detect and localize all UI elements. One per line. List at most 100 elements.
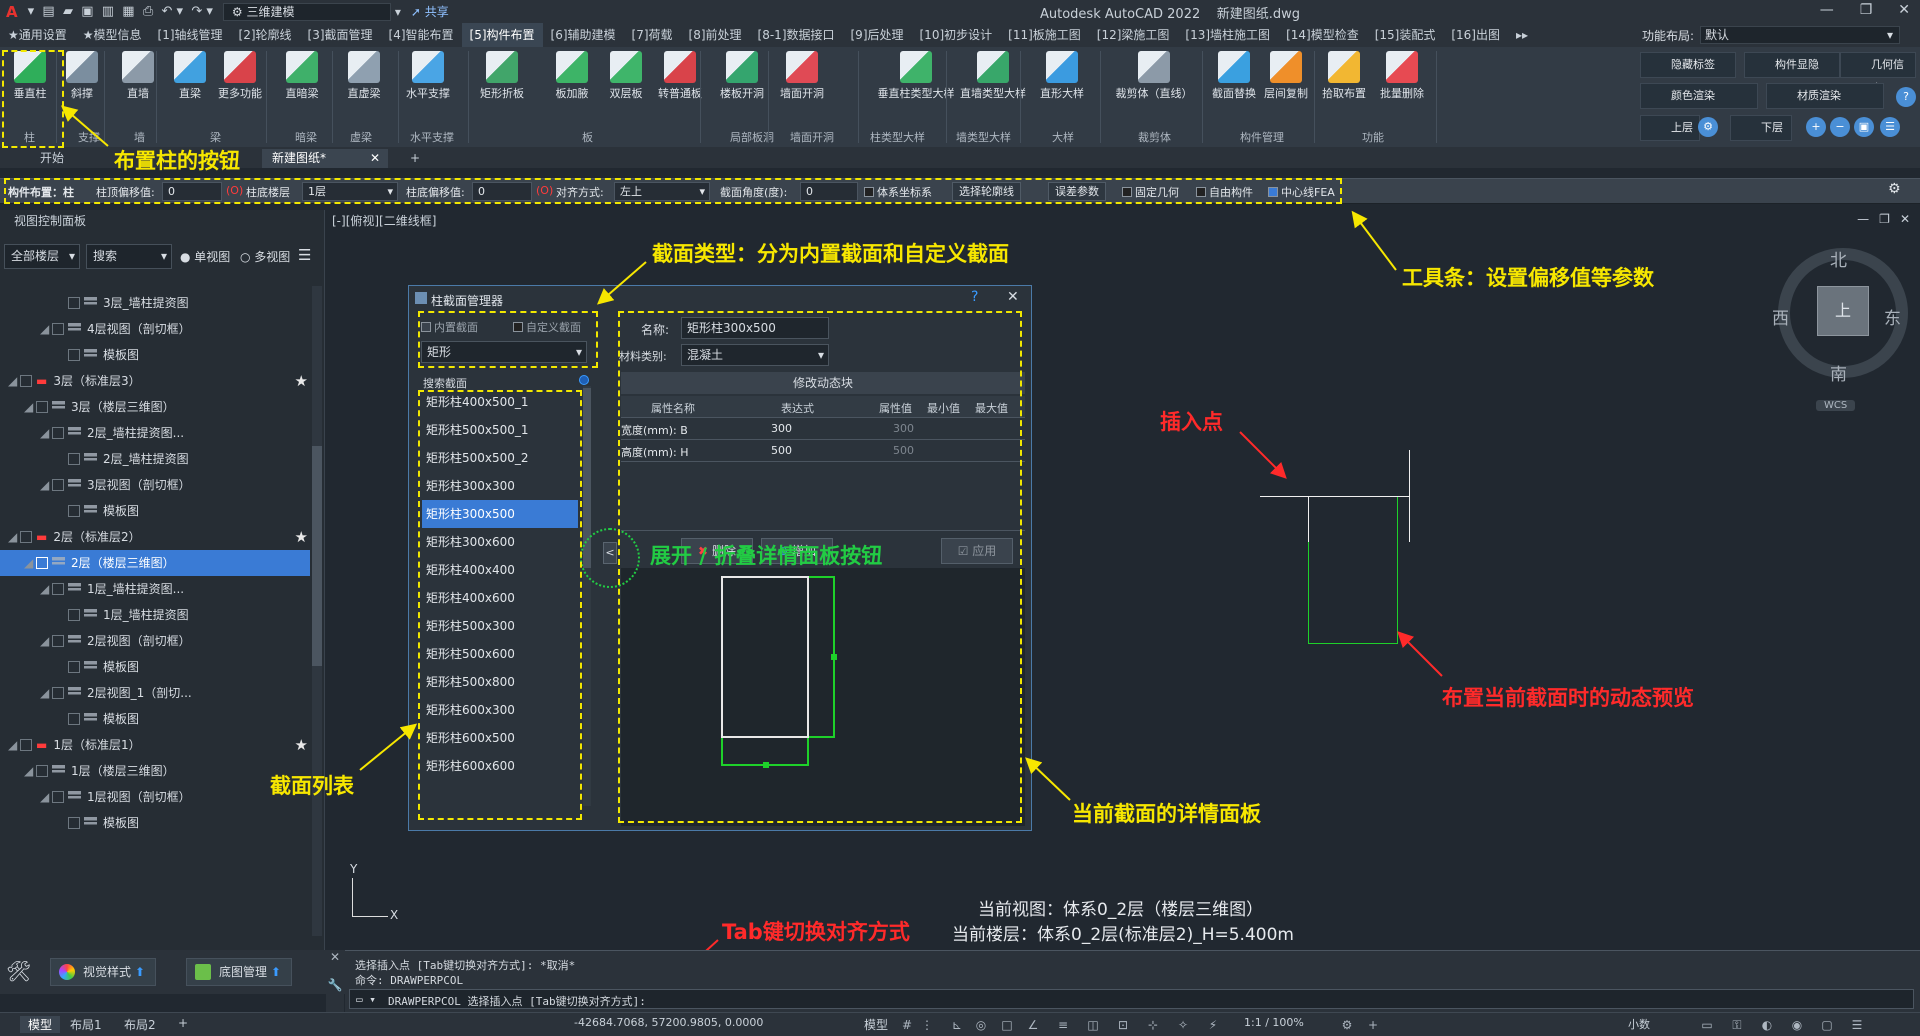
workspace-select[interactable]: ⚙ 三维建模 [222,2,391,21]
list-scrollbar[interactable] [583,386,591,806]
menu-item[interactable]: [4]智能布置 [381,23,462,47]
tree-item[interactable]: ◢ 1层视图（剖切框） [0,784,310,810]
app-logo[interactable]: A [6,3,18,21]
compass-west[interactable]: 西 [1772,304,1789,329]
minimize-button[interactable]: — [1820,2,1834,18]
wcs-label[interactable]: WCS [1816,400,1856,411]
compass-south[interactable]: 南 [1830,360,1847,385]
tree-item[interactable]: ◢ 1层（楼层三维图） [0,758,310,784]
zoom-window-icon[interactable]: ▣ [1854,117,1874,137]
gizmo-icon[interactable]: ⊹ [1146,1018,1160,1032]
modify-block-button[interactable]: 修改动态块 [621,372,1025,394]
plus-icon[interactable]: + [1366,1018,1380,1032]
ribbon-button[interactable]: 水平支撑 [402,47,454,101]
model-space-button[interactable]: 模型 [864,1016,888,1033]
viewcube-face[interactable]: 上 [1817,286,1869,336]
expand-icon[interactable]: ◢ [40,628,52,654]
clean-screen-icon[interactable]: ▢ [1820,1018,1834,1032]
gear-icon[interactable]: ⚙ [1698,117,1718,137]
close-button[interactable]: ✕ [1007,289,1019,305]
tree-checkbox[interactable] [52,427,64,439]
menu-item[interactable]: [13]墙柱施工图 [1177,23,1278,47]
properties-icon[interactable]: ☰ [1880,117,1900,137]
table-row[interactable]: 高度(mm): H 500 500 [621,440,1025,462]
section-list-item[interactable]: 矩形柱400x400 [422,556,578,584]
section-list-item[interactable]: 矩形柱600x300 [422,696,578,724]
pick-contour-button[interactable]: 选择轮廓线 [952,182,1021,201]
menu-item[interactable]: [5]构件布置 [461,23,543,47]
tree-checkbox[interactable] [20,739,32,751]
menu-item[interactable]: [15]装配式 [1367,23,1444,47]
fixed-geom-checkbox[interactable]: 固定几何 [1122,184,1179,200]
section-list-item[interactable]: 矩形柱300x300 [422,472,578,500]
expand-icon[interactable]: ◢ [40,420,52,446]
quick-access-toolbar[interactable]: ▾ ▤ ▰ ▣ ▥ ▦ ⎙ ↶ ▾ ↷ ▾ [28,4,213,19]
expand-icon[interactable]: ◢ [8,524,20,550]
tree-checkbox[interactable] [68,349,80,361]
ribbon-side-button[interactable]: 颜色渲染 [1640,83,1758,109]
tree-checkbox[interactable] [20,531,32,543]
menu-item[interactable]: ★通用设置 [0,23,75,47]
shape-select[interactable]: 矩形 ▾ [421,341,587,363]
expand-icon[interactable]: ◢ [24,550,36,576]
ribbon-button[interactable]: 直形大样 [1036,47,1088,101]
tab-layout1[interactable]: 布局1 [70,1016,102,1033]
gear-icon[interactable]: ⚙ [1888,181,1901,197]
zoom-out-icon[interactable]: − [1830,117,1850,137]
tree-scrollbar[interactable] [312,286,322,936]
menu-item[interactable]: [12]梁施工图 [1089,23,1178,47]
tree-checkbox[interactable] [68,713,80,725]
menu-item[interactable]: [7]荷载 [624,23,681,47]
tree-checkbox[interactable] [52,479,64,491]
tree-item[interactable]: ◢ 2层视图_1（剖切... [0,680,310,706]
bottom-floor-select[interactable]: 1层 ▾ [302,182,398,201]
section-list-item[interactable]: 矩形柱400x600 [422,584,578,612]
section-list-item[interactable]: 矩形柱500x800 [422,668,578,696]
tree-checkbox[interactable] [68,297,80,309]
menu-item[interactable]: [10]初步设计 [912,23,1001,47]
sys-coord-checkbox[interactable]: 体系坐标系 [864,184,932,200]
tree-item[interactable]: 模板图 [0,706,310,732]
tree-checkbox[interactable] [68,505,80,517]
ribbon-button[interactable]: 垂直柱 [4,47,56,101]
isolate-icon[interactable]: ◐ [1760,1018,1774,1032]
menu-item[interactable]: [3]截面管理 [300,23,381,47]
align-select[interactable]: 左上 ▾ [614,182,710,201]
tree-item[interactable]: ◢ ▬ 1层（标准层1） ★ [0,732,310,758]
tree-item[interactable]: 模板图 [0,498,310,524]
visual-style-button[interactable]: 视觉样式 ⬆ [50,958,156,986]
ribbon-button[interactable]: 板加腋 [546,47,598,101]
ribbon-button[interactable]: 截面替换 [1208,47,1260,101]
menu-item[interactable]: [8-1]数据接口 [750,23,843,47]
ribbon-side-button[interactable]: 隐藏标签 [1640,52,1736,78]
error-params-button[interactable]: 误差参数 [1048,182,1106,201]
menu-item[interactable]: ▸▸ [1508,23,1536,47]
ribbon-button[interactable]: 直墙类型大样 [958,47,1028,101]
ribbon-side-button[interactable]: 构件显隐 [1744,52,1840,78]
close-window-button[interactable]: ✕ [1898,2,1910,18]
menu-item[interactable]: [6]辅助建模 [543,23,624,47]
ribbon-button[interactable]: 斜撑 [56,47,108,101]
ribbon-button[interactable]: 直暗梁 [276,47,328,101]
tree-checkbox[interactable] [52,323,64,335]
polar-icon[interactable]: ◎ [974,1018,988,1032]
snap-icon[interactable]: ⋮ [920,1018,934,1032]
expand-icon[interactable]: ◢ [40,472,52,498]
expand-icon[interactable]: ◢ [24,758,36,784]
section-list-item[interactable]: 矩形柱500x600 [422,640,578,668]
tree-checkbox[interactable] [52,635,64,647]
center-fea-checkbox[interactable]: 中心线FEA [1268,184,1335,200]
tree-item[interactable]: ◢ ▬ 3层（标准层3） ★ [0,368,310,394]
help-icon[interactable]: ? [1896,87,1916,107]
tree-item[interactable]: ◢ ▬ 2层（标准层2） ★ [0,524,310,550]
compass-north[interactable]: 北 [1830,246,1847,271]
ribbon-button[interactable]: 更多功能 [214,47,266,101]
tree-checkbox[interactable] [68,817,80,829]
viewport-controls[interactable]: — ❐ ✕ [1857,212,1910,226]
menu-item[interactable]: [2]轮廓线 [231,23,300,47]
restore-button[interactable]: ❐ [1860,2,1873,18]
ribbon-side-button[interactable]: 材质渲染 [1766,83,1884,109]
single-view-radio[interactable]: ● 单视图 [180,248,230,265]
section-list-item[interactable]: 矩形柱600x500 [422,724,578,752]
command-line-handle[interactable]: ✕ 🔧 [326,950,344,1012]
